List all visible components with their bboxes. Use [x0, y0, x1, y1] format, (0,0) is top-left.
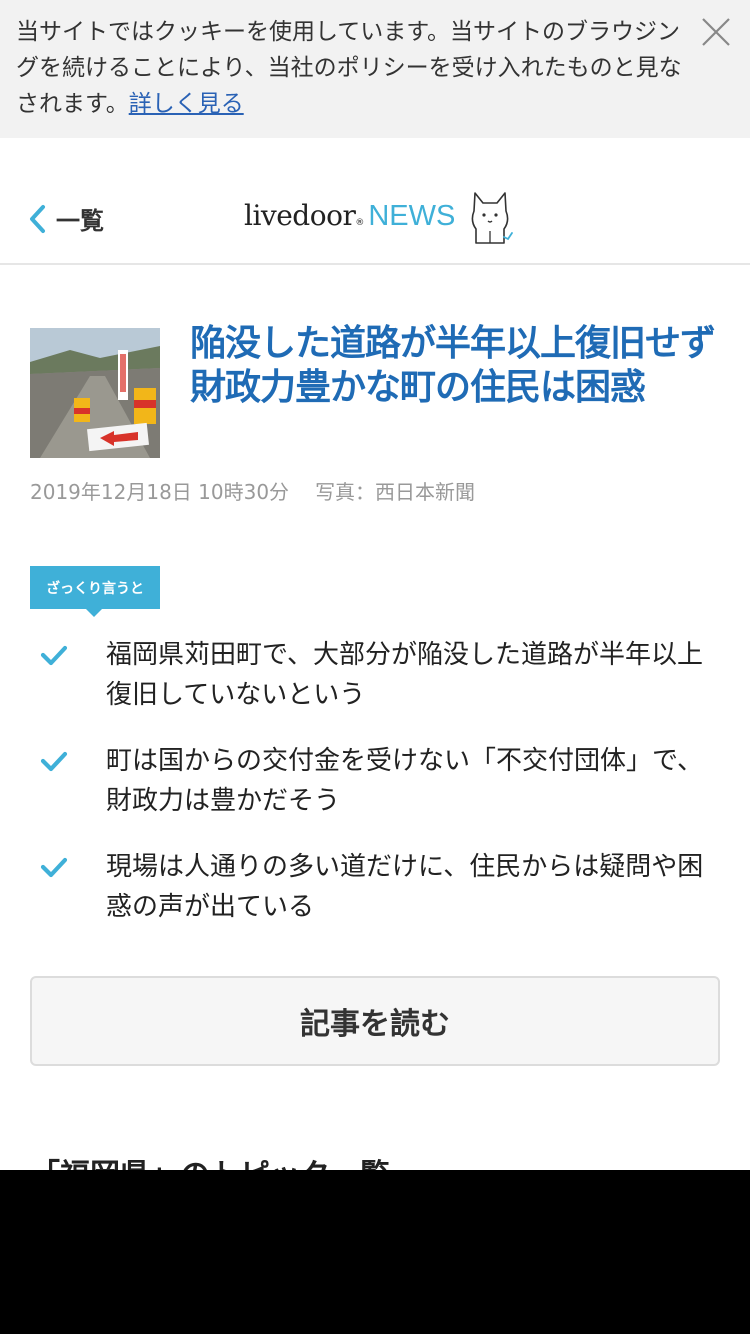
screen-blackout [0, 1170, 750, 1334]
read-article-button[interactable]: 記事を読む [30, 976, 720, 1066]
cookie-message: 当サイトではクッキーを使用しています。当サイトのブラウジングを続けることにより、… [16, 14, 690, 122]
logo-registered-mark: ® [355, 218, 365, 228]
logo-livedoor: livedoor [244, 199, 356, 232]
check-icon [40, 751, 68, 772]
next-section-heading: 「福岡県」のトピック一覧 [30, 1158, 390, 1170]
summary-point-text: 現場は人通りの多い道だけに、住民からは疑問や困惑の声が出ている [106, 852, 704, 922]
site-header: 一覧 livedoor ® NEWS [0, 139, 750, 265]
summary-tag-tail [86, 609, 102, 617]
close-icon[interactable] [700, 16, 732, 48]
logo-news: NEWS [368, 200, 456, 232]
summary-point-text: 町は国からの交付金を受けない「不交付団体」で、財政力は豊かだそう [106, 746, 703, 816]
summary-points: 福岡県苅田町で、大部分が陥没した道路が半年以上復旧していないという 町は国からの… [30, 635, 720, 927]
livedoor-mascot-icon [471, 192, 513, 244]
summary-point-text: 福岡県苅田町で、大部分が陥没した道路が半年以上復旧していないという [106, 640, 703, 710]
back-to-list-button[interactable]: 一覧 [28, 201, 104, 236]
article-date: 2019年12月18日 10時30分 [30, 480, 290, 504]
article-meta: 2019年12月18日 10時30分 写真：西日本新聞 [30, 476, 475, 505]
article-headline[interactable]: 陥没した道路が半年以上復旧せず 財政力豊かな町の住民は困惑 [190, 322, 720, 410]
check-icon [40, 857, 68, 878]
cookie-message-text: 当サイトではクッキーを使用しています。当サイトのブラウジングを続けることにより、… [16, 19, 682, 117]
chevron-left-icon [30, 204, 45, 233]
photo-credit: 写真：西日本新聞 [315, 480, 476, 504]
summary-tag: ざっくり言うと [30, 566, 160, 609]
next-section-heading-text: 「福岡県」のトピック一覧 [30, 1158, 390, 1170]
cookie-banner: 当サイトではクッキーを使用しています。当サイトのブラウジングを続けることにより、… [0, 0, 750, 138]
summary-point: 福岡県苅田町で、大部分が陥没した道路が半年以上復旧していないという [30, 635, 720, 715]
summary-point: 町は国からの交付金を受けない「不交付団体」で、財政力は豊かだそう [30, 741, 720, 821]
summary-point: 現場は人通りの多い道だけに、住民からは疑問や困惑の声が出ている [30, 847, 720, 927]
back-label: 一覧 [56, 207, 104, 235]
livedoor-news-logo[interactable]: livedoor ® NEWS [244, 199, 455, 233]
cookie-details-link[interactable]: 詳しく見る [129, 91, 244, 117]
article-thumbnail[interactable] [30, 328, 160, 458]
check-icon [40, 645, 68, 666]
